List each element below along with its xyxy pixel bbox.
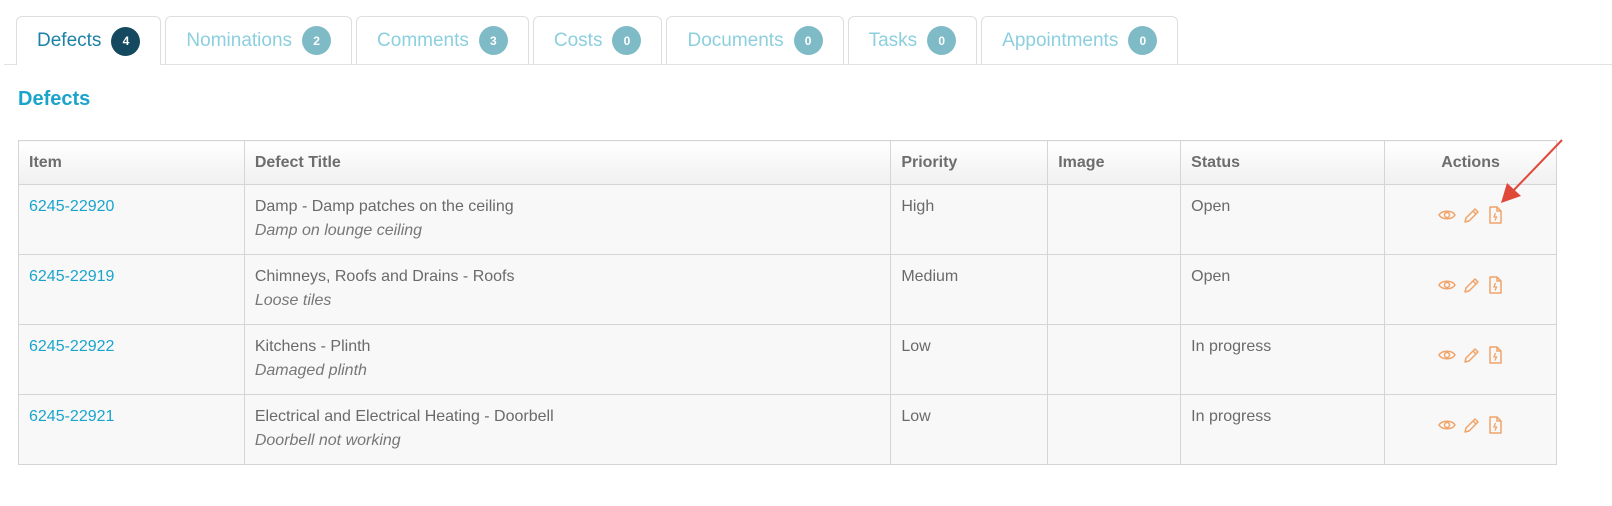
tab-defects[interactable]: Defects 4: [16, 16, 162, 65]
item-link[interactable]: 6245-22919: [18, 254, 245, 325]
defect-title-cell: Electrical and Electrical Heating - Door…: [243, 394, 892, 465]
tab-label: Defects: [37, 30, 102, 51]
actions-cell: [1384, 394, 1557, 465]
status-cell: In progress: [1180, 324, 1386, 395]
actions-cell: [1384, 254, 1557, 325]
section-title: Defects: [18, 88, 91, 110]
image-cell: [1047, 184, 1182, 255]
document-icon[interactable]: [1485, 345, 1505, 365]
table-row: 6245-22920 Damp - Damp patches on the ce…: [18, 184, 1557, 255]
defect-title: Damp - Damp patches on the ceiling: [254, 198, 514, 215]
status-cell: Open: [1180, 184, 1386, 255]
document-icon[interactable]: [1485, 275, 1505, 295]
defect-title: Kitchens - Plinth: [254, 338, 371, 355]
defect-description: Doorbell not working: [254, 432, 401, 449]
defect-title: Chimneys, Roofs and Drains - Roofs: [254, 268, 515, 285]
tab-tasks[interactable]: Tasks 0: [847, 16, 978, 64]
count-badge: 0: [612, 26, 642, 55]
column-header-image[interactable]: Image: [1047, 140, 1182, 185]
tab-label: Documents: [687, 29, 784, 51]
status-cell: In progress: [1180, 394, 1386, 465]
tab-bar: Defects 4 Nominations 2 Comments 3 Costs…: [16, 16, 1179, 65]
tab-label: Appointments: [1002, 29, 1119, 51]
pencil-icon[interactable]: [1461, 415, 1481, 435]
document-icon[interactable]: [1485, 205, 1505, 225]
pencil-icon[interactable]: [1461, 275, 1481, 295]
defect-description: Loose tiles: [254, 292, 332, 309]
item-link[interactable]: 6245-22922: [18, 324, 245, 395]
count-badge: 4: [111, 26, 141, 56]
tab-appointments[interactable]: Appointments 0: [981, 16, 1179, 64]
eye-icon[interactable]: [1437, 345, 1457, 365]
column-header-actions: Actions: [1384, 140, 1557, 185]
column-header-item[interactable]: Item: [18, 140, 245, 185]
defect-description: Damaged plinth: [254, 362, 367, 379]
pencil-icon[interactable]: [1461, 345, 1481, 365]
tab-divider: [4, 64, 1612, 65]
image-cell: [1047, 254, 1182, 325]
document-icon[interactable]: [1485, 415, 1505, 435]
eye-icon[interactable]: [1437, 205, 1457, 225]
table-row: 6245-22921 Electrical and Electrical Hea…: [18, 394, 1557, 465]
table-row: 6245-22922 Kitchens - Plinth Damaged pli…: [18, 324, 1557, 395]
priority-cell: Medium: [890, 254, 1049, 325]
priority-cell: Low: [890, 394, 1049, 465]
pencil-icon[interactable]: [1461, 205, 1481, 225]
image-cell: [1047, 324, 1182, 395]
column-header-priority[interactable]: Priority: [890, 140, 1049, 185]
defect-title-cell: Kitchens - Plinth Damaged plinth: [243, 324, 892, 395]
count-badge: 0: [927, 26, 957, 55]
actions-cell: [1384, 324, 1557, 395]
image-cell: [1047, 394, 1182, 465]
count-badge: 2: [302, 26, 332, 55]
defect-title-cell: Chimneys, Roofs and Drains - Roofs Loose…: [243, 254, 892, 325]
defects-table: Item Defect Title Priority Image Status …: [18, 140, 1557, 465]
item-link[interactable]: 6245-22921: [18, 394, 245, 465]
count-badge: 0: [1128, 26, 1158, 55]
status-cell: Open: [1180, 254, 1386, 325]
tab-comments[interactable]: Comments 3: [356, 16, 529, 64]
eye-icon[interactable]: [1437, 415, 1457, 435]
column-header-status[interactable]: Status: [1180, 140, 1386, 185]
priority-cell: High: [890, 184, 1049, 255]
column-header-title[interactable]: Defect Title: [243, 140, 892, 185]
tab-label: Tasks: [868, 29, 918, 51]
table-header-row: Item Defect Title Priority Image Status …: [18, 140, 1557, 185]
actions-cell: [1384, 184, 1557, 255]
priority-cell: Low: [890, 324, 1049, 395]
table-row: 6245-22919 Chimneys, Roofs and Drains - …: [18, 254, 1557, 325]
defect-description: Damp on lounge ceiling: [254, 222, 423, 239]
item-link[interactable]: 6245-22920: [18, 184, 245, 255]
count-badge: 0: [793, 26, 823, 55]
tab-documents[interactable]: Documents 0: [666, 16, 844, 64]
defect-title: Electrical and Electrical Heating - Door…: [254, 408, 554, 425]
tab-label: Comments: [377, 29, 469, 51]
count-badge: 3: [478, 26, 508, 55]
tab-costs[interactable]: Costs 0: [532, 16, 663, 64]
defect-title-cell: Damp - Damp patches on the ceiling Damp …: [243, 184, 892, 255]
tab-nominations[interactable]: Nominations 2: [165, 16, 353, 64]
eye-icon[interactable]: [1437, 275, 1457, 295]
tab-label: Costs: [553, 29, 603, 51]
tab-label: Nominations: [186, 29, 293, 51]
